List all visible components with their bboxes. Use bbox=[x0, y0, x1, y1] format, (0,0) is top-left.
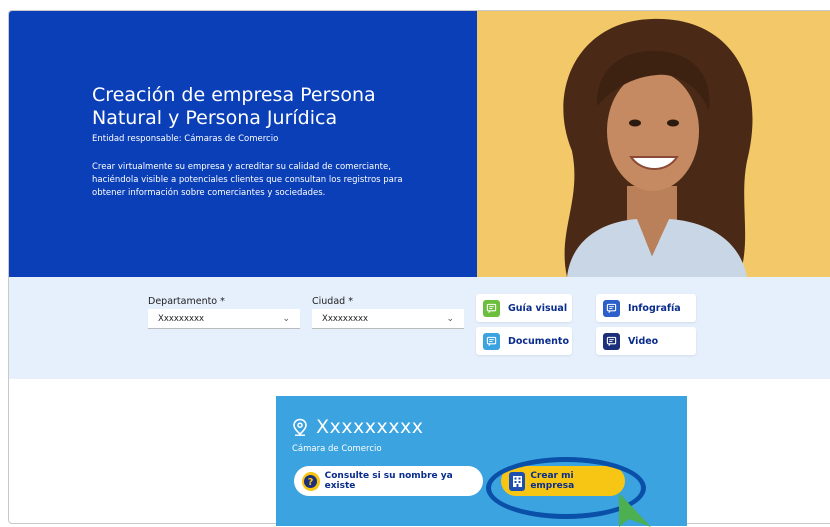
chevron-down-icon: ⌄ bbox=[446, 313, 454, 324]
department-select[interactable]: Xxxxxxxxx ⌄ bbox=[148, 309, 300, 329]
check-name-button[interactable]: ? Consulte si su nombre ya existe bbox=[294, 466, 483, 496]
location-pin-icon bbox=[293, 418, 307, 436]
hero-panel: Creación de empresa Persona Natural y Pe… bbox=[9, 11, 477, 277]
question-icon: ? bbox=[302, 471, 320, 491]
chamber-label: Cámara de Comercio bbox=[292, 444, 382, 454]
svg-text:?: ? bbox=[308, 477, 314, 488]
chat-icon bbox=[483, 299, 500, 317]
filters-band: Departamento * Xxxxxxxxx ⌄ Ciudad * Xxxx… bbox=[9, 277, 830, 379]
woman-portrait-image bbox=[477, 11, 830, 277]
video-button[interactable]: Video bbox=[596, 327, 696, 355]
pointer-arrow-icon bbox=[619, 493, 651, 527]
video-label: Video bbox=[628, 335, 659, 347]
responsible-entity: Entidad responsable: Cámaras de Comercio bbox=[92, 134, 279, 144]
city-value: Xxxxxxxxx bbox=[322, 313, 369, 324]
chevron-down-icon: ⌄ bbox=[282, 313, 290, 324]
chat-icon bbox=[603, 299, 620, 317]
document-button[interactable]: Documento bbox=[476, 327, 572, 355]
location-heading: Xxxxxxxxx bbox=[292, 416, 423, 438]
visual-guide-label: Guía visual bbox=[508, 302, 568, 314]
city-select[interactable]: Xxxxxxxxx ⌄ bbox=[312, 309, 464, 329]
department-label: Departamento * bbox=[148, 296, 225, 307]
department-value: Xxxxxxxxx bbox=[158, 313, 205, 324]
chat-icon bbox=[603, 332, 620, 350]
infographic-button[interactable]: Infografía bbox=[596, 294, 696, 322]
location-name: Xxxxxxxxx bbox=[316, 416, 424, 438]
city-label: Ciudad * bbox=[312, 296, 353, 307]
hero-description: Crear virtualmente su empresa y acredita… bbox=[92, 162, 403, 198]
check-name-label: Consulte si su nombre ya existe bbox=[324, 471, 453, 491]
hero-image bbox=[477, 11, 830, 277]
document-label: Documento bbox=[508, 335, 569, 347]
infographic-label: Infografía bbox=[628, 302, 681, 314]
chat-icon bbox=[483, 332, 500, 350]
visual-guide-button[interactable]: Guía visual bbox=[476, 294, 572, 322]
page-title: Creación de empresa Persona Natural y Pe… bbox=[92, 84, 376, 129]
